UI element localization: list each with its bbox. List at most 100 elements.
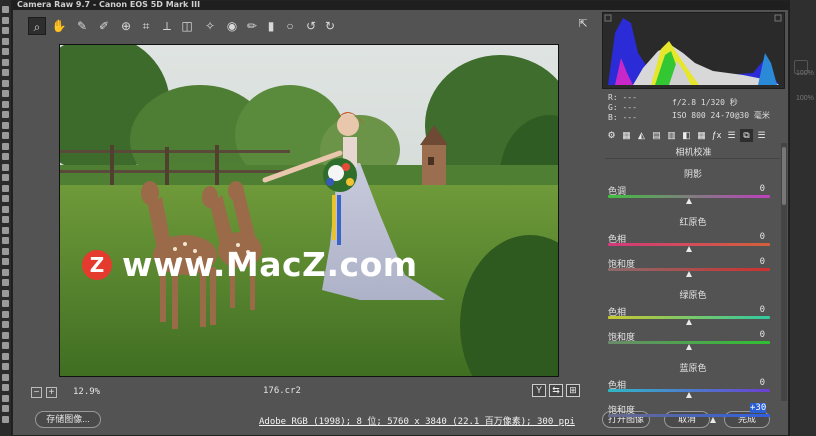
zoom-tool-icon[interactable]: ⌕ (28, 17, 46, 35)
ps-tool-icon[interactable] (2, 16, 9, 24)
slider-handle[interactable] (686, 344, 692, 350)
panel-tab-icon[interactable]: ▥ (665, 129, 678, 142)
ps-tool-icon[interactable] (2, 174, 9, 181)
ps-tool-icon[interactable] (2, 321, 9, 328)
ps-tool-icon[interactable] (2, 79, 9, 87)
ps-tool-icon[interactable] (2, 415, 9, 423)
divider (605, 158, 780, 159)
ps-tool-icon[interactable] (2, 342, 9, 349)
slider-handle[interactable] (686, 246, 692, 252)
red-value: R: --- (608, 93, 637, 102)
panel-tab-icon[interactable]: ▦ (695, 129, 708, 142)
ps-tool-icon[interactable] (2, 289, 9, 297)
white-balance-tool-icon[interactable]: ✎ (73, 17, 91, 35)
zoom-in-button[interactable]: + (46, 386, 57, 398)
panel-tab-icon[interactable]: ◧ (680, 129, 693, 142)
ps-tool-icon[interactable] (2, 394, 9, 402)
ps-tool-icon[interactable] (2, 226, 9, 234)
adjustment-brush-tool-icon[interactable]: ✏ (243, 17, 261, 35)
ps-tool-icon[interactable] (2, 90, 9, 97)
ps-tool-icon[interactable] (2, 247, 9, 255)
ps-tool-icon[interactable] (2, 69, 9, 76)
slider-track[interactable] (608, 414, 770, 417)
histogram-graph (603, 13, 784, 88)
ps-tool-icon[interactable] (2, 100, 9, 108)
slider-handle[interactable] (686, 271, 692, 277)
rotate-right-tool-icon[interactable]: ↻ (321, 17, 339, 35)
panel-tab-icon[interactable]: ⧉ (740, 129, 753, 142)
ps-tool-icon[interactable] (2, 27, 9, 34)
slider-value-field[interactable]: 0 (735, 184, 765, 194)
ps-tool-icon[interactable] (2, 132, 9, 139)
slider-value-field[interactable]: 0 (735, 330, 765, 340)
targeted-adjustment-tool-icon[interactable]: ⊕ (117, 17, 135, 35)
slider-value-field[interactable]: 0 (735, 232, 765, 242)
ps-tool-icon[interactable] (2, 163, 9, 171)
rotate-left-tool-icon[interactable]: ↺ (302, 17, 320, 35)
slider-value-field[interactable]: 0 (735, 257, 765, 267)
slider-handle[interactable] (710, 417, 717, 423)
slider-handle[interactable] (686, 319, 692, 325)
panel-tab-icon[interactable]: ƒx (710, 129, 723, 142)
ps-tool-icon[interactable] (2, 184, 9, 192)
image-preview[interactable]: Z www.MacZ.com (59, 44, 559, 377)
ps-tool-icon[interactable] (2, 6, 9, 13)
workflow-options-link[interactable]: Adobe RGB (1998); 8 位; 5760 x 3840 (22.1… (259, 414, 575, 427)
slider-handle[interactable] (686, 198, 692, 204)
straighten-tool-icon[interactable]: ⟂ (158, 17, 176, 35)
red-eye-tool-icon[interactable]: ◉ (223, 17, 241, 35)
panel-tab-icon[interactable]: ☰ (755, 129, 768, 142)
color-sampler-tool-icon[interactable]: ✐ (95, 17, 113, 35)
slider-value-field[interactable]: 0 (735, 378, 765, 388)
ps-tool-icon[interactable] (2, 58, 9, 66)
panel-tab-icon[interactable]: ◭ (635, 129, 648, 142)
ps-tool-icon[interactable] (2, 300, 9, 307)
ps-tool-icon[interactable] (2, 205, 9, 213)
ps-tool-icon[interactable] (2, 37, 9, 45)
open-preferences-icon[interactable]: ⇱ (575, 17, 591, 31)
section-title: 绿原色 (679, 290, 707, 300)
photoshop-right-panel: 100% 100% (789, 0, 816, 436)
section-title: 蓝原色 (679, 363, 707, 373)
ps-tool-icon[interactable] (2, 48, 9, 55)
slider-handle[interactable] (686, 392, 692, 398)
slider-value-field[interactable]: +30 (750, 403, 766, 413)
swap-settings-button[interactable]: ⇆ (549, 384, 563, 397)
panel-scrollbar[interactable] (781, 143, 787, 401)
panel-tab-icon[interactable]: ▦ (620, 129, 633, 142)
ps-tool-icon[interactable] (2, 310, 9, 318)
panel-tab-icon[interactable]: ⚙ (605, 129, 618, 142)
ps-tool-icon[interactable] (2, 384, 9, 391)
zoom-level[interactable]: 12.9% (73, 387, 100, 397)
ps-tool-icon[interactable] (2, 373, 9, 381)
hand-tool-icon[interactable]: ✋ (50, 17, 68, 35)
save-image-button[interactable]: 存储图像... (35, 411, 101, 428)
ps-tool-icon[interactable] (2, 405, 9, 412)
before-after-view-button[interactable]: Y (532, 384, 546, 397)
ps-tool-icon[interactable] (2, 142, 9, 150)
ps-tool-icon[interactable] (2, 331, 9, 339)
transform-tool-icon[interactable]: ◫ (178, 17, 196, 35)
slider-value-field[interactable]: 0 (735, 305, 765, 315)
crop-tool-icon[interactable]: ⌗ (137, 17, 155, 35)
ps-tool-icon[interactable] (2, 279, 9, 286)
zoom-out-button[interactable]: − (31, 386, 42, 398)
spot-removal-tool-icon[interactable]: ✧ (201, 17, 219, 35)
ps-tool-icon[interactable] (2, 258, 9, 265)
ps-tool-icon[interactable] (2, 363, 9, 370)
ps-tool-icon[interactable] (2, 111, 9, 118)
ps-tool-icon[interactable] (2, 216, 9, 223)
panel-tab-icon[interactable]: ▤ (650, 129, 663, 142)
ps-tool-icon[interactable] (2, 153, 9, 160)
ps-tool-icon[interactable] (2, 268, 9, 276)
ps-tool-icon[interactable] (2, 352, 9, 360)
ps-tool-icon[interactable] (2, 121, 9, 129)
scrollbar-thumb[interactable] (782, 147, 786, 205)
graduated-filter-tool-icon[interactable]: ▮ (262, 17, 280, 35)
toggle-settings-button[interactable]: ⊞ (566, 384, 580, 397)
photo-meadow-girl-fawns (60, 45, 558, 376)
ps-tool-icon[interactable] (2, 195, 9, 202)
ps-tool-icon[interactable] (2, 237, 9, 244)
panel-tab-icon[interactable]: ☰ (725, 129, 738, 142)
radial-filter-tool-icon[interactable]: ○ (281, 17, 299, 35)
